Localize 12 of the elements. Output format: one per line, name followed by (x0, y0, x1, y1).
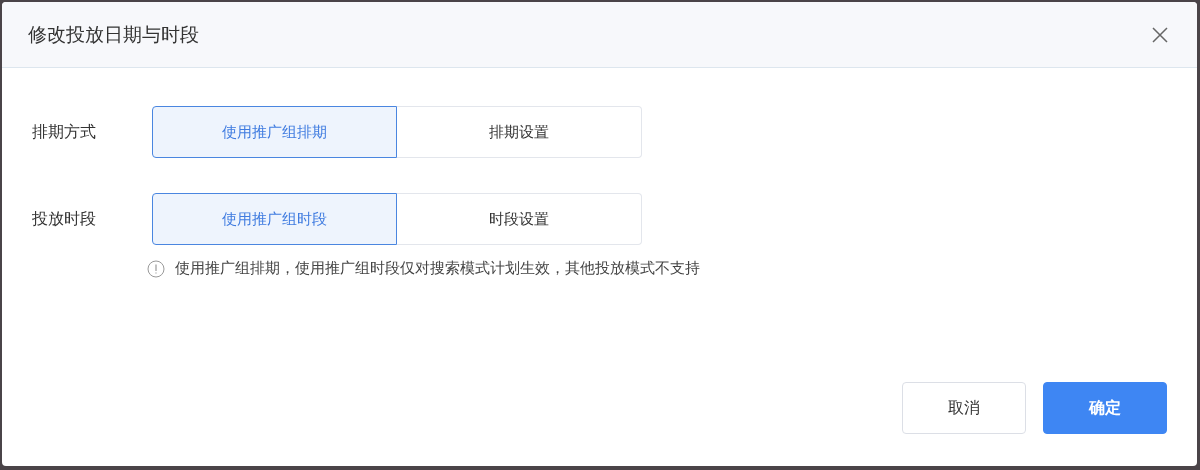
cancel-button[interactable]: 取消 (902, 382, 1026, 434)
info-icon (147, 259, 165, 278)
note-text: 使用推广组排期，使用推广组时段仅对搜索模式计划生效，其他投放模式不支持 (175, 259, 700, 278)
field-label: 投放时段 (32, 208, 97, 230)
segment-option[interactable]: 使用推广组时段 (152, 193, 397, 245)
dialog-title: 修改投放日期与时段 (28, 21, 199, 47)
segment-option[interactable]: 时段设置 (397, 193, 642, 245)
close-icon[interactable] (1151, 25, 1169, 44)
segment-option[interactable]: 使用推广组排期 (152, 106, 397, 158)
segment-option[interactable]: 排期设置 (397, 106, 642, 158)
confirm-button[interactable]: 确定 (1043, 382, 1167, 434)
field-label: 排期方式 (32, 121, 97, 143)
